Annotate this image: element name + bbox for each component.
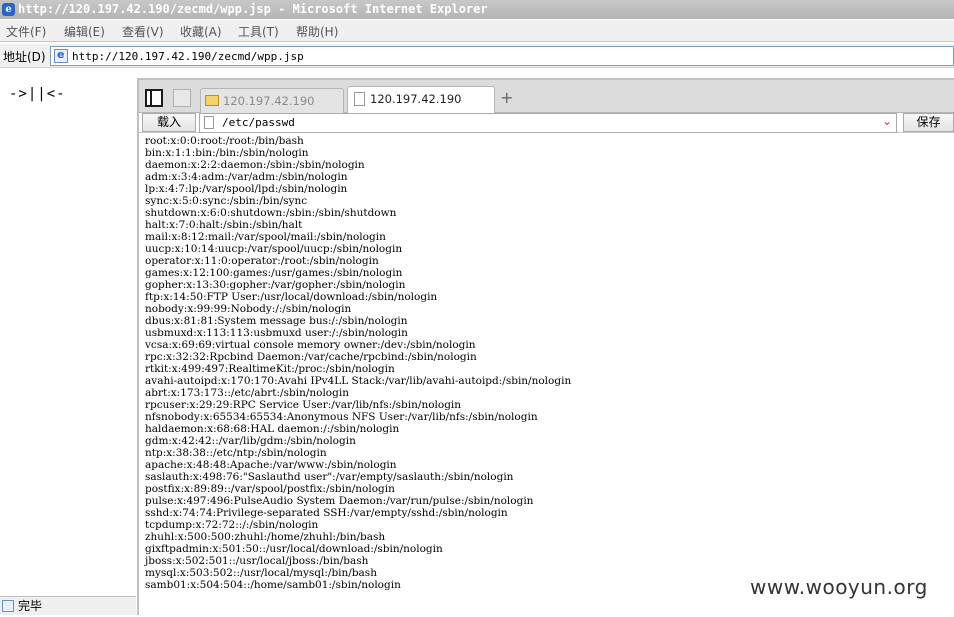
file-content-area[interactable]: root:x:0:0:root:/root:/bin/bash bin:x:1:1… [139,133,954,617]
left-frame-logo: ->||<- [9,86,66,102]
file-line: adm:x:3:4:adm:/var/adm:/sbin/nologin [145,171,348,183]
watermark: www.wooyun.org [750,575,928,599]
file-line: vcsa:x:69:69:virtual console memory owne… [145,339,476,351]
file-line: lp:x:4:7:lp:/var/spool/lpd:/sbin/nologin [145,183,348,195]
file-line: rpc:x:32:32:Rpcbind Daemon:/var/cache/rp… [145,351,477,363]
status-bar: 完毕 [0,596,136,615]
file-line: operator:x:11:0:operator:/root:/sbin/nol… [145,255,379,267]
panel-toggle-icon[interactable] [145,89,163,107]
file-line: rtkit:x:499:497:RealtimeKit:/proc:/sbin/… [145,363,395,375]
file-line: zhuhl:x:500:500:zhuhl:/home/zhuhl:/bin/b… [145,531,386,543]
menu-bar: 文件(F) 编辑(E) 查看(V) 收藏(A) 工具(T) 帮助(H) [0,20,954,42]
status-page-icon [2,600,14,612]
file-line: gopher:x:13:30:gopher:/var/gopher:/sbin/… [145,279,406,291]
file-line: halt:x:7:0:halt:/sbin:/sbin/halt [145,219,303,231]
tab-bar: 120.197.42.190 120.197.42.190 + [139,80,954,114]
menu-help[interactable]: 帮助(H) [296,23,338,40]
file-line: abrt:x:173:173::/etc/abrt:/sbin/nologin [145,387,349,399]
menu-favorites[interactable]: 收藏(A) [180,23,222,40]
file-line: pulse:x:497:496:PulseAudio System Daemon… [145,495,534,507]
left-frame: ->||<- [0,69,136,596]
file-line: apache:x:48:48:Apache:/var/www:/sbin/nol… [145,459,397,471]
file-line: postfix:x:89:89::/var/spool/postfix:/sbi… [145,483,395,495]
file-line: usbmuxd:x:113:113:usbmuxd user:/:/sbin/n… [145,327,408,339]
menu-tools[interactable]: 工具(T) [238,23,279,40]
file-line: ftp:x:14:50:FTP User:/usr/local/download… [145,291,438,303]
file-line: sync:x:5:0:sync:/sbin:/bin/sync [145,195,308,207]
file-line: tcpdump:x:72:72::/:/sbin/nologin [145,519,319,531]
tab-folder-label: 120.197.42.190 [223,94,315,108]
path-toolbar: 载入 /etc/passwd ⌄ 保存 [139,113,954,133]
panel-disabled-icon [173,89,191,107]
window-title: http://120.197.42.190/zecmd/wpp.jsp - Mi… [18,2,488,16]
status-text: 完毕 [18,599,43,613]
tab-file[interactable]: 120.197.42.190 [347,86,495,114]
file-line: dbus:x:81:81:System message bus:/:/sbin/… [145,315,408,327]
address-bar: 地址(D) http://120.197.42.190/zecmd/wpp.js… [0,44,954,68]
address-label: 地址(D) [3,50,46,64]
file-line: haldaemon:x:68:68:HAL daemon:/:/sbin/nol… [145,423,400,435]
chevron-down-icon[interactable]: ⌄ [882,114,892,128]
file-icon [204,116,214,129]
file-line: shutdown:x:6:0:shutdown:/sbin:/sbin/shut… [145,207,397,219]
tab-folder[interactable]: 120.197.42.190 [200,88,344,113]
ie-icon: e [2,3,15,16]
file-line: saslauth:x:498:76:"Saslauthd user":/var/… [145,471,514,483]
document-icon [354,92,365,106]
file-line: nfsnobody:x:65534:65534:Anonymous NFS Us… [145,411,538,423]
file-line: avahi-autoipd:x:170:170:Avahi IPv4LL Sta… [145,375,572,387]
path-input[interactable]: /etc/passwd ⌄ [199,113,897,133]
file-line: games:x:12:100:games:/usr/games:/sbin/no… [145,267,403,279]
address-input[interactable]: http://120.197.42.190/zecmd/wpp.jsp [50,46,954,66]
save-button[interactable]: 保存 [903,113,954,132]
file-line: sshd:x:74:74:Privilege-separated SSH:/va… [145,507,508,519]
menu-edit[interactable]: 编辑(E) [64,23,105,40]
add-tab-icon[interactable]: + [500,88,513,107]
page-icon [54,48,68,63]
path-value: /etc/passwd [222,116,295,129]
file-line: gixftpadmin:x:501:50::/usr/local/downloa… [145,543,443,555]
load-button[interactable]: 载入 [142,113,196,132]
address-url: http://120.197.42.190/zecmd/wpp.jsp [72,50,304,63]
file-line: bin:x:1:1:bin:/bin:/sbin/nologin [145,147,309,159]
file-line: uucp:x:10:14:uucp:/var/spool/uucp:/sbin/… [145,243,403,255]
menu-view[interactable]: 查看(V) [122,23,164,40]
tab-file-label: 120.197.42.190 [370,92,462,106]
file-line: jboss:x:502:501::/usr/local/jboss:/bin/b… [145,555,369,567]
file-line: daemon:x:2:2:daemon:/sbin:/sbin/nologin [145,159,365,171]
file-line: mail:x:8:12:mail:/var/spool/mail:/sbin/n… [145,231,386,243]
menu-file[interactable]: 文件(F) [6,23,46,40]
window-title-bar: e http://120.197.42.190/zecmd/wpp.jsp - … [0,0,954,19]
file-line: root:x:0:0:root:/root:/bin/bash [145,135,304,147]
file-line: nobody:x:99:99:Nobody:/:/sbin/nologin [145,303,352,315]
folder-icon [205,95,219,106]
file-line: gdm:x:42:42::/var/lib/gdm:/sbin/nologin [145,435,356,447]
file-manager-panel: 120.197.42.190 120.197.42.190 + 载入 /etc/… [137,78,954,615]
file-line: ntp:x:38:38::/etc/ntp:/sbin/nologin [145,447,327,459]
file-line: rpcuser:x:29:29:RPC Service User:/var/li… [145,399,462,411]
